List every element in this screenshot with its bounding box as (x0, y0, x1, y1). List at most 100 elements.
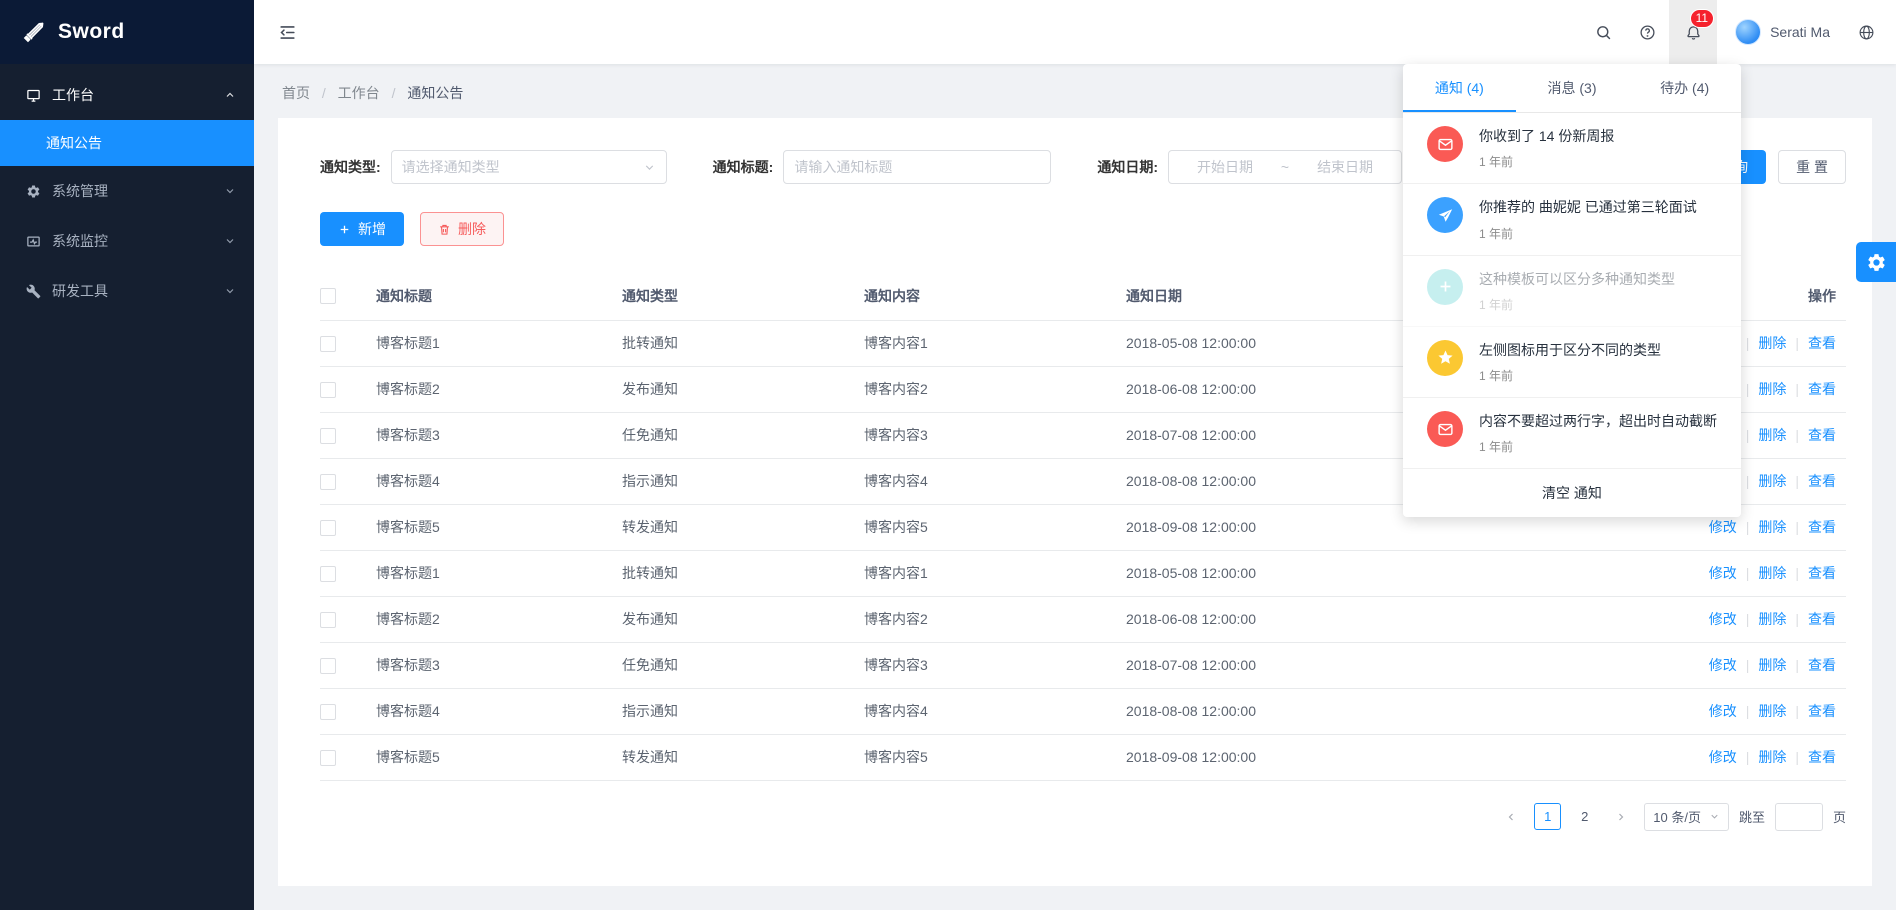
edit-link[interactable]: 修改 (1709, 703, 1737, 719)
page-size-select[interactable]: 10 条/页 (1644, 803, 1729, 831)
row-checkbox[interactable] (320, 566, 336, 582)
notice-type-select[interactable]: 请选择通知类型 (391, 150, 667, 184)
add-button-label: 新增 (358, 219, 386, 239)
op-divider: | (1746, 703, 1750, 719)
cell-title: 博客标题3 (376, 642, 622, 688)
cell-type: 任免通知 (622, 412, 864, 458)
row-checkbox[interactable] (320, 704, 336, 720)
row-checkbox[interactable] (320, 428, 336, 444)
row-checkbox[interactable] (320, 520, 336, 536)
op-divider: | (1746, 335, 1750, 351)
select-all-checkbox[interactable] (320, 288, 336, 304)
notification-item[interactable]: 你收到了 14 份新周报 1 年前 (1403, 113, 1741, 184)
sidebar-item-system-manage[interactable]: 系统管理 (0, 166, 254, 216)
delete-link[interactable]: 删除 (1758, 611, 1786, 627)
row-checkbox[interactable] (320, 658, 336, 674)
cell-date: 2018-09-08 12:00:00 (1126, 734, 1632, 780)
jump-page-input[interactable] (1775, 803, 1823, 831)
delete-link[interactable]: 删除 (1758, 519, 1786, 535)
chevron-up-icon (224, 89, 236, 101)
next-page-button[interactable] (1608, 804, 1634, 830)
tab-todos[interactable]: 待办 (4) (1628, 64, 1741, 112)
notification-item[interactable]: 内容不要超过两行字，超出时自动截断 1 年前 (1403, 398, 1741, 469)
notifications-button[interactable]: 11 (1669, 0, 1717, 64)
date-range-picker[interactable]: 开始日期 ~ 结束日期 (1168, 150, 1402, 184)
sidebar-item-notice[interactable]: 通知公告 (0, 120, 254, 166)
row-checkbox[interactable] (320, 474, 336, 490)
prev-page-button[interactable] (1498, 804, 1524, 830)
theme-settings-button[interactable] (1856, 242, 1896, 282)
delete-link[interactable]: 删除 (1758, 749, 1786, 765)
monitor-chart-icon (26, 234, 41, 249)
edit-link[interactable]: 修改 (1709, 749, 1737, 765)
sidebar: Sword 工作台 通知公告 系统管理 系统监控 (0, 0, 254, 910)
breadcrumb-workbench[interactable]: 工作台 (338, 85, 380, 101)
delete-link[interactable]: 删除 (1758, 427, 1786, 443)
collapse-sidebar-button[interactable] (278, 0, 318, 64)
notification-time: 1 年前 (1479, 367, 1717, 384)
sidebar-item-dev-tools[interactable]: 研发工具 (0, 266, 254, 316)
sidebar-item-workbench[interactable]: 工作台 (0, 70, 254, 120)
view-link[interactable]: 查看 (1808, 749, 1836, 765)
tab-messages[interactable]: 消息 (3) (1516, 64, 1629, 112)
pagination: 1 2 10 条/页 跳至 页 (320, 803, 1846, 831)
row-checkbox[interactable] (320, 612, 336, 628)
page-number-1[interactable]: 1 (1534, 803, 1561, 830)
op-divider: | (1746, 427, 1750, 443)
table-row: 博客标题1 批转通知 博客内容1 2018-05-08 12:00:00 修改|… (320, 550, 1846, 596)
row-checkbox[interactable] (320, 382, 336, 398)
delete-link[interactable]: 删除 (1758, 335, 1786, 351)
op-divider: | (1746, 565, 1750, 581)
cell-type: 发布通知 (622, 366, 864, 412)
reset-button[interactable]: 重 置 (1778, 150, 1846, 184)
chevron-down-icon (643, 161, 656, 174)
monitor-icon (26, 88, 41, 103)
edit-link[interactable]: 修改 (1709, 565, 1737, 581)
delete-link[interactable]: 删除 (1758, 381, 1786, 397)
notice-title-input[interactable] (783, 150, 1051, 184)
edit-link[interactable]: 修改 (1709, 611, 1737, 627)
add-button[interactable]: 新增 (320, 212, 404, 246)
view-link[interactable]: 查看 (1808, 335, 1836, 351)
row-checkbox[interactable] (320, 750, 336, 766)
notification-badge: 11 (1690, 9, 1714, 28)
delete-link[interactable]: 删除 (1758, 703, 1786, 719)
sidebar-item-label: 工作台 (52, 85, 94, 105)
user-menu[interactable]: Serati Ma (1717, 19, 1844, 45)
view-link[interactable]: 查看 (1808, 703, 1836, 719)
delete-button[interactable]: 删除 (420, 212, 504, 246)
delete-link[interactable]: 删除 (1758, 565, 1786, 581)
notification-item[interactable]: 左侧图标用于区分不同的类型 1 年前 (1403, 327, 1741, 398)
filter-date-label: 通知日期: (1097, 157, 1158, 177)
view-link[interactable]: 查看 (1808, 657, 1836, 673)
view-link[interactable]: 查看 (1808, 381, 1836, 397)
view-link[interactable]: 查看 (1808, 427, 1836, 443)
plus-icon (338, 223, 351, 236)
search-button[interactable] (1581, 0, 1625, 64)
sidebar-item-label: 系统管理 (52, 181, 108, 201)
view-link[interactable]: 查看 (1808, 519, 1836, 535)
op-divider: | (1795, 335, 1799, 351)
view-link[interactable]: 查看 (1808, 611, 1836, 627)
page-unit-label: 页 (1833, 807, 1846, 826)
language-button[interactable] (1844, 0, 1888, 64)
notification-item[interactable]: 这种模板可以区分多种通知类型 1 年前 (1403, 256, 1741, 327)
edit-link[interactable]: 修改 (1709, 657, 1737, 673)
row-checkbox[interactable] (320, 336, 336, 352)
help-button[interactable] (1625, 0, 1669, 64)
delete-link[interactable]: 删除 (1758, 657, 1786, 673)
view-link[interactable]: 查看 (1808, 473, 1836, 489)
sidebar-item-system-monitor[interactable]: 系统监控 (0, 216, 254, 266)
view-link[interactable]: 查看 (1808, 565, 1836, 581)
op-divider: | (1746, 381, 1750, 397)
breadcrumb-home[interactable]: 首页 (282, 85, 310, 101)
edit-link[interactable]: 修改 (1709, 519, 1737, 535)
delete-link[interactable]: 删除 (1758, 473, 1786, 489)
clear-notifications-button[interactable]: 清空 通知 (1403, 469, 1741, 517)
cell-date: 2018-05-08 12:00:00 (1126, 550, 1632, 596)
op-divider: | (1746, 749, 1750, 765)
notification-item[interactable]: 你推荐的 曲妮妮 已通过第三轮面试 1 年前 (1403, 184, 1741, 255)
tab-notifications[interactable]: 通知 (4) (1403, 64, 1516, 112)
page-number-2[interactable]: 2 (1571, 803, 1598, 830)
sidebar-item-label: 系统监控 (52, 231, 108, 251)
